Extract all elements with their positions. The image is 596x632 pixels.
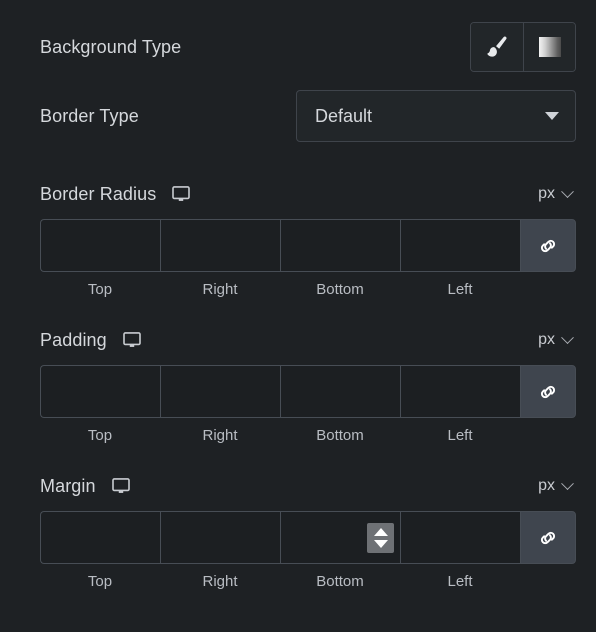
border-radius-left-input[interactable]: [401, 220, 520, 271]
margin-inputs: [40, 511, 576, 564]
border-radius-sublabel-left: Left: [447, 281, 473, 298]
margin-unit-value: px: [538, 477, 555, 494]
border-radius-sublabel-top: Top: [87, 281, 113, 298]
margin-header-left: Margin: [40, 476, 130, 497]
border-radius-left-cell[interactable]: [400, 219, 520, 272]
link-icon: [540, 531, 556, 544]
background-type-gradient-button[interactable]: [523, 23, 575, 71]
border-radius-unit-picker[interactable]: px: [538, 184, 576, 203]
padding-link-values-button[interactable]: [520, 365, 576, 418]
spacer-top: [0, 0, 596, 14]
border-radius-sublabels: Top Right Bottom Left: [40, 281, 576, 298]
margin-group: Margin px Top Right Bottom Left: [0, 466, 596, 590]
padding-unit-value: px: [538, 331, 555, 348]
border-radius-bottom-input[interactable]: [281, 220, 400, 271]
border-type-select[interactable]: Default: [296, 90, 576, 142]
padding-right-cell[interactable]: [160, 365, 280, 418]
border-radius-label: Border Radius: [40, 183, 157, 204]
stepper-down-icon[interactable]: [373, 539, 388, 548]
monitor-icon[interactable]: [172, 186, 191, 202]
spacer-before-border-radius: [0, 152, 596, 174]
margin-right-input[interactable]: [161, 512, 280, 563]
stepper-up-icon[interactable]: [373, 527, 388, 536]
padding-header-left: Padding: [40, 330, 141, 351]
padding-header: Padding px: [40, 320, 576, 360]
border-radius-right-cell[interactable]: [160, 219, 280, 272]
padding-top-cell[interactable]: [40, 365, 160, 418]
padding-label: Padding: [40, 329, 107, 350]
padding-sublabel-right: Right: [202, 427, 238, 444]
style-settings-panel: Background Type Border Type Default Bord: [0, 0, 596, 632]
padding-left-cell[interactable]: [400, 365, 520, 418]
monitor-icon[interactable]: [122, 332, 141, 348]
border-radius-right-input[interactable]: [161, 220, 280, 271]
margin-sublabel-right: Right: [202, 573, 238, 590]
border-type-selected-value: Default: [315, 105, 373, 126]
spacer-before-margin: [0, 444, 596, 466]
padding-group: Padding px Top Right Bottom Left: [0, 320, 596, 444]
margin-label: Margin: [40, 475, 96, 496]
monitor-icon[interactable]: [111, 478, 130, 494]
margin-unit-picker[interactable]: px: [538, 476, 576, 495]
background-type-choices[interactable]: [470, 22, 576, 72]
margin-sublabel-top: Top: [87, 573, 113, 590]
margin-link-values-button[interactable]: [520, 511, 576, 564]
background-type-classic-button[interactable]: [471, 23, 523, 71]
margin-bottom-stepper[interactable]: [367, 522, 394, 553]
margin-bottom-cell[interactable]: [280, 511, 400, 564]
border-radius-link-values-button[interactable]: [520, 219, 576, 272]
padding-top-input[interactable]: [41, 366, 160, 417]
border-radius-header: Border Radius px: [40, 174, 576, 214]
border-type-row: Border Type Default: [0, 80, 596, 152]
border-type-label: Border Type: [40, 105, 139, 126]
spacer-before-padding: [0, 298, 596, 320]
padding-right-input[interactable]: [161, 366, 280, 417]
padding-sublabel-left: Left: [447, 427, 473, 444]
padding-bottom-cell[interactable]: [280, 365, 400, 418]
chevron-down-icon: [561, 476, 574, 490]
margin-header: Margin px: [40, 466, 576, 506]
background-type-row: Background Type: [0, 14, 596, 80]
padding-sublabel-top: Top: [87, 427, 113, 444]
padding-sublabel-bottom: Bottom: [316, 427, 364, 444]
border-radius-group: Border Radius px Top Right Bottom Left: [0, 174, 596, 298]
chevron-down-icon: [545, 112, 559, 120]
padding-left-input[interactable]: [401, 366, 520, 417]
border-radius-header-left: Border Radius: [40, 183, 191, 205]
margin-left-input[interactable]: [401, 512, 520, 563]
background-type-label: Background Type: [40, 36, 182, 57]
padding-sublabels: Top Right Bottom Left: [40, 427, 576, 444]
padding-unit-picker[interactable]: px: [538, 330, 576, 349]
margin-top-input[interactable]: [41, 512, 160, 563]
margin-left-cell[interactable]: [400, 511, 520, 564]
margin-right-cell[interactable]: [160, 511, 280, 564]
border-radius-unit-value: px: [538, 185, 555, 202]
border-radius-top-input[interactable]: [41, 220, 160, 271]
margin-sublabels: Top Right Bottom Left: [40, 573, 576, 590]
border-radius-sublabel-right: Right: [202, 281, 238, 298]
link-icon: [540, 239, 556, 252]
padding-bottom-input[interactable]: [281, 366, 400, 417]
border-radius-top-cell[interactable]: [40, 219, 160, 272]
border-radius-inputs: [40, 219, 576, 272]
padding-inputs: [40, 365, 576, 418]
border-radius-sublabel-bottom: Bottom: [316, 281, 364, 298]
margin-sublabel-left: Left: [447, 573, 473, 590]
margin-sublabel-bottom: Bottom: [316, 573, 364, 590]
paintbrush-icon: [487, 36, 507, 57]
margin-top-cell[interactable]: [40, 511, 160, 564]
chevron-down-icon: [561, 184, 574, 198]
chevron-down-icon: [561, 330, 574, 344]
gradient-icon: [538, 37, 561, 57]
border-radius-bottom-cell[interactable]: [280, 219, 400, 272]
link-icon: [540, 385, 556, 398]
